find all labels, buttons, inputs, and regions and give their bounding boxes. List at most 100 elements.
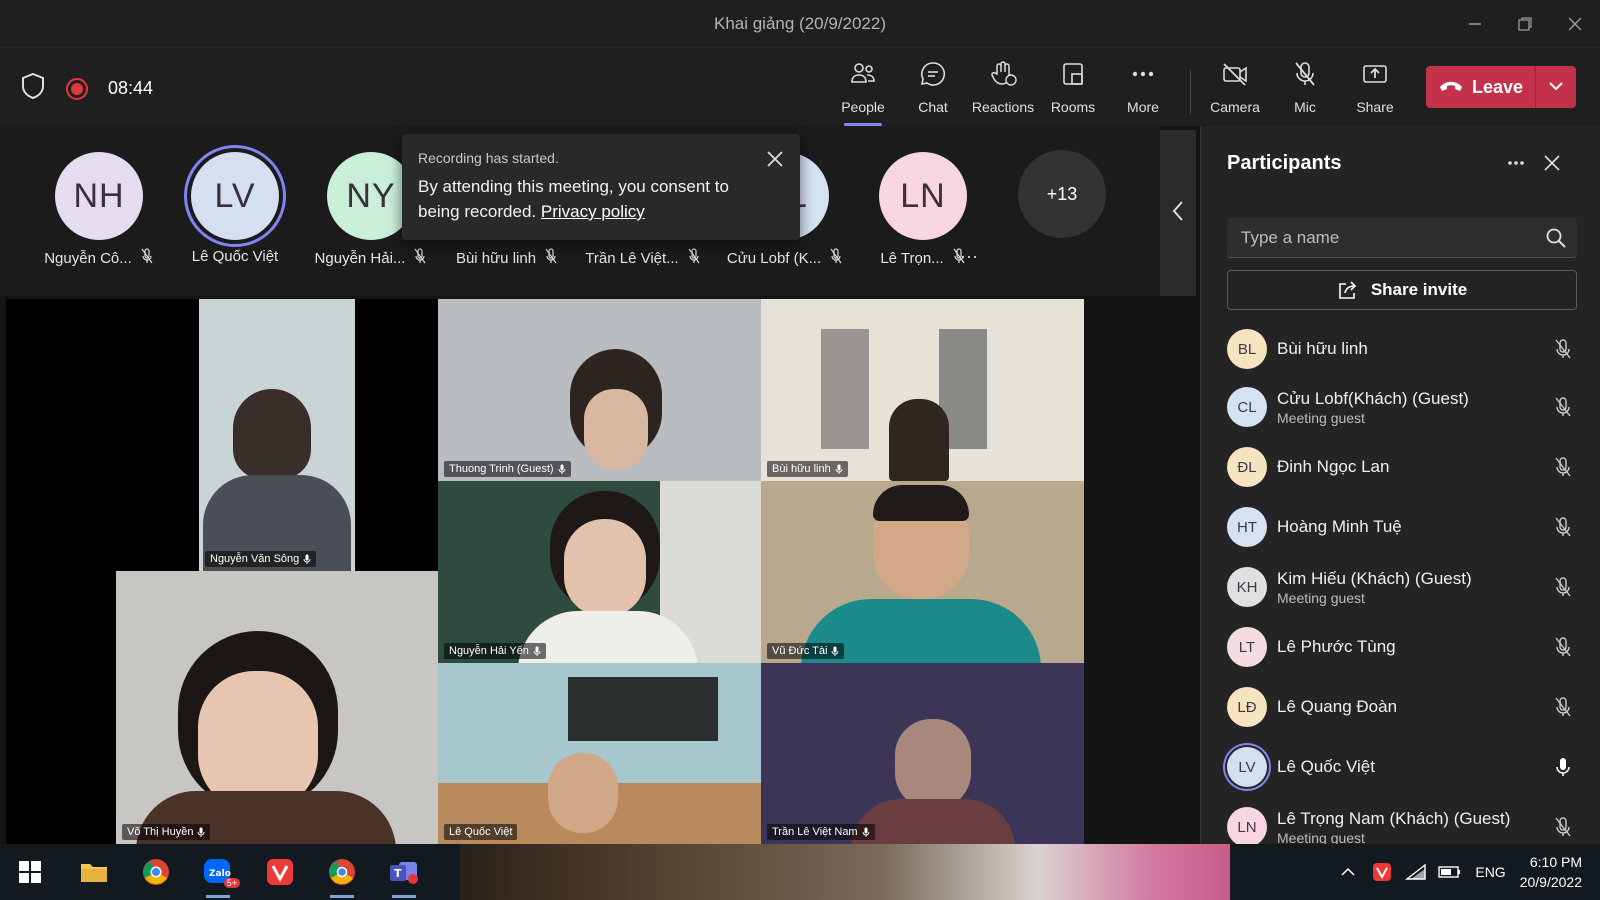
people-button[interactable]: People: [830, 60, 896, 126]
restore-icon[interactable]: [1510, 10, 1540, 38]
more-button[interactable]: More: [1110, 60, 1176, 122]
privacy-policy-link[interactable]: Privacy policy: [541, 202, 645, 221]
chat-icon: [919, 60, 947, 93]
avatar-more-icon[interactable]: ···: [960, 246, 978, 267]
desktop-wallpaper: [460, 844, 1230, 900]
mic-off-icon: [1553, 396, 1573, 418]
people-icon: [849, 60, 877, 93]
avatar: LĐ: [1227, 687, 1267, 727]
participant-row[interactable]: LT Lê Phước Tùng: [1227, 620, 1577, 674]
title-bar: Khai giảng (20/9/2022): [0, 0, 1600, 48]
zalo-icon[interactable]: Zalo 5+: [200, 854, 240, 898]
leave-button[interactable]: Leave: [1426, 66, 1536, 108]
file-explorer-icon[interactable]: [76, 854, 112, 890]
phone-hangup-icon: [1438, 77, 1464, 98]
mic-button[interactable]: Mic: [1272, 60, 1338, 122]
more-icon: [1508, 161, 1524, 165]
chevron-up-icon[interactable]: [1335, 859, 1361, 885]
vivaldi-icon[interactable]: [262, 854, 298, 890]
reactions-button[interactable]: Reactions: [970, 60, 1036, 122]
rooms-button[interactable]: Rooms: [1040, 60, 1106, 122]
windows-start-icon[interactable]: [12, 854, 48, 890]
toast-title: Recording has started.: [418, 150, 559, 166]
participant-row[interactable]: LV Lê Quốc Việt: [1227, 740, 1577, 794]
collapse-strip-button[interactable]: [1160, 130, 1196, 296]
wifi-icon[interactable]: [1403, 859, 1429, 885]
strip-avatar-item[interactable]: NH Nguyễn Cô...: [32, 152, 166, 268]
video-tile[interactable]: Võ Thị Huyền: [116, 571, 438, 844]
notification-badge: 5+: [223, 878, 240, 888]
video-tile[interactable]: Bùi hữu linh: [761, 299, 1084, 481]
avatar: LT: [1227, 627, 1267, 667]
participant-row[interactable]: ĐL Đinh Ngọc Lan: [1227, 440, 1577, 494]
video-tile[interactable]: Nguyễn Hải Yến: [438, 481, 761, 663]
mic-icon: [303, 554, 311, 564]
mic-off-icon: [1553, 456, 1573, 478]
search-input[interactable]: [1227, 218, 1527, 258]
recording-indicator-icon: [66, 77, 88, 100]
mic-icon: [832, 646, 839, 656]
chrome-profile-icon[interactable]: [324, 854, 360, 898]
mic-off-icon: [1553, 576, 1573, 598]
minimize-icon[interactable]: [1460, 10, 1490, 38]
mic-off-icon: [687, 248, 701, 268]
mic-icon: [835, 464, 843, 474]
teams-icon[interactable]: T: [386, 854, 422, 898]
vivaldi-tray-icon[interactable]: [1369, 859, 1395, 885]
more-icon: [1129, 60, 1157, 93]
participant-row[interactable]: KH Kim Hiếu (Khách) (Guest) Meeting guest: [1227, 560, 1577, 614]
search-icon[interactable]: [1545, 227, 1567, 249]
mic-off-icon: [1553, 696, 1573, 718]
leave-button-group: Leave: [1426, 66, 1576, 108]
video-tile[interactable]: Lê Quốc Việt: [438, 663, 761, 844]
close-toast-button[interactable]: [764, 148, 786, 170]
avatar: LV: [1227, 747, 1267, 787]
mic-off-icon: [1291, 60, 1319, 93]
avatar: BL: [1227, 329, 1267, 369]
toast-message: By attending this meeting, you consent t…: [418, 177, 729, 221]
video-tile[interactable]: Nguyễn Văn Sông: [199, 299, 355, 571]
video-tile[interactable]: Trần Lê Việt Nam: [761, 663, 1084, 844]
meeting-toolbar: 08:44 People Chat Reactions Rooms More C…: [0, 48, 1600, 126]
chevron-down-icon: [1548, 78, 1564, 96]
avatar: CL: [1227, 387, 1267, 427]
participant-row[interactable]: HT Hoàng Minh Tuệ: [1227, 500, 1577, 554]
participant-row[interactable]: BL Bùi hữu linh: [1227, 322, 1577, 376]
panel-more-button[interactable]: [1503, 150, 1529, 176]
mic-off-icon: [1553, 516, 1573, 538]
strip-avatar-item[interactable]: LV Lê Quốc Việt: [168, 152, 302, 265]
avatar: KH: [1227, 567, 1267, 607]
overflow-participants-button[interactable]: +13: [1018, 150, 1106, 238]
reactions-icon: [989, 60, 1017, 93]
participant-row[interactable]: LĐ Lê Quang Đoàn: [1227, 680, 1577, 734]
camera-button[interactable]: Camera: [1202, 60, 1268, 122]
mic-on-icon: [1553, 756, 1573, 778]
shield-icon[interactable]: [20, 72, 46, 105]
video-tile-padding: [6, 299, 199, 571]
chrome-icon[interactable]: [138, 854, 174, 890]
participant-row[interactable]: CL Cửu Lobf(Khách) (Guest) Meeting guest: [1227, 380, 1577, 434]
avatar: HT: [1227, 507, 1267, 547]
participant-video: [233, 389, 311, 479]
mic-icon: [198, 827, 205, 837]
leave-options-button[interactable]: [1536, 66, 1576, 108]
share-icon: [1361, 60, 1389, 93]
language-indicator[interactable]: ENG: [1475, 864, 1505, 880]
video-tile[interactable]: Thuong Trinh (Guest): [438, 299, 761, 481]
battery-icon[interactable]: [1437, 859, 1463, 885]
share-button[interactable]: Share: [1342, 60, 1408, 122]
mic-off-icon: [829, 248, 843, 268]
rooms-icon: [1059, 60, 1087, 93]
chat-button[interactable]: Chat: [900, 60, 966, 122]
window-title: Khai giảng (20/9/2022): [713, 14, 887, 33]
close-panel-button[interactable]: [1539, 150, 1565, 176]
close-window-icon[interactable]: [1560, 10, 1590, 38]
video-tile-padding: [6, 571, 116, 844]
video-tile-padding: [355, 299, 438, 571]
share-invite-button[interactable]: Share invite: [1227, 270, 1577, 310]
taskbar-clock[interactable]: 6:10 PM 20/9/2022: [1520, 852, 1582, 892]
mic-off-icon: [544, 248, 558, 268]
video-tile[interactable]: Vũ Đức Tài: [761, 481, 1084, 663]
avatar: NH: [55, 152, 143, 240]
mic-off-icon: [1553, 338, 1573, 360]
